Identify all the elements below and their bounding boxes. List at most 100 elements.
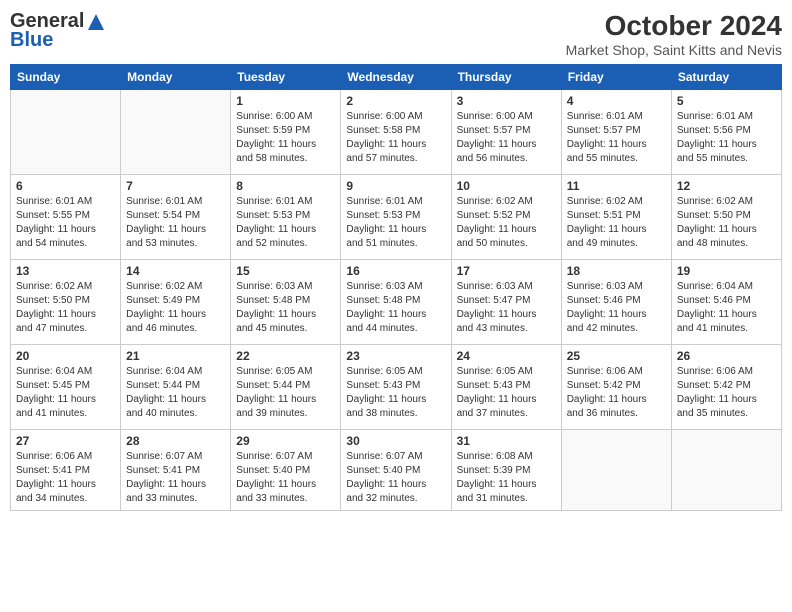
day-number: 24 [457, 349, 556, 363]
day-info: Sunrise: 6:06 AM Sunset: 5:42 PM Dayligh… [567, 365, 666, 421]
calendar-cell: 9 Sunrise: 6:01 AM Sunset: 5:53 PM Daylig… [341, 175, 451, 260]
calendar-header-thursday: Thursday [451, 65, 561, 90]
day-number: 8 [236, 179, 335, 193]
calendar-cell: 19 Sunrise: 6:04 AM Sunset: 5:46 PM Dayli… [671, 260, 781, 345]
day-number: 21 [126, 349, 225, 363]
day-info: Sunrise: 6:04 AM Sunset: 5:45 PM Dayligh… [16, 365, 115, 421]
day-info: Sunrise: 6:07 AM Sunset: 5:40 PM Dayligh… [346, 450, 445, 506]
day-info: Sunrise: 6:05 AM Sunset: 5:44 PM Dayligh… [236, 365, 335, 421]
calendar-week-2: 6Sunrise: 6:01 AM Sunset: 5:55 PM Daylig… [11, 175, 782, 260]
logo: General Blue [10, 10, 106, 52]
day-info: Sunrise: 6:01 AM Sunset: 5:53 PM Dayligh… [346, 195, 445, 251]
day-info: Sunrise: 6:01 AM Sunset: 5:56 PM Dayligh… [677, 110, 776, 166]
calendar-cell: 17Sunrise: 6:03 AM Sunset: 5:47 PM Dayli… [451, 260, 561, 345]
day-info: Sunrise: 6:08 AM Sunset: 5:39 PM Dayligh… [457, 450, 556, 506]
day-info: Sunrise: 6:02 AM Sunset: 5:52 PM Dayligh… [457, 195, 556, 251]
day-number: 2 [346, 94, 445, 108]
calendar-week-4: 20 Sunrise: 6:04 AM Sunset: 5:45 PM Dayli… [11, 345, 782, 430]
day-info: Sunrise: 6:05 AM Sunset: 5:43 PM Dayligh… [457, 365, 556, 421]
day-info: Sunrise: 6:03 AM Sunset: 5:47 PM Dayligh… [457, 280, 556, 336]
calendar-cell [121, 90, 231, 175]
day-number: 15 [236, 264, 335, 278]
day-info: Sunrise: 6:00 AM Sunset: 5:59 PM Dayligh… [236, 110, 335, 166]
day-number: 30 [346, 434, 445, 448]
subtitle: Market Shop, Saint Kitts and Nevis [566, 42, 782, 58]
calendar-cell: 26 Sunrise: 6:06 AM Sunset: 5:42 PM Dayli… [671, 345, 781, 430]
day-number: 9 [346, 179, 445, 193]
day-info: Sunrise: 6:02 AM Sunset: 5:50 PM Dayligh… [677, 195, 776, 251]
day-number: 14 [126, 264, 225, 278]
day-number: 13 [16, 264, 115, 278]
day-number: 26 [677, 349, 776, 363]
day-number: 22 [236, 349, 335, 363]
calendar-cell: 25Sunrise: 6:06 AM Sunset: 5:42 PM Dayli… [561, 345, 671, 430]
day-number: 16 [346, 264, 445, 278]
calendar-cell: 15 Sunrise: 6:03 AM Sunset: 5:48 PM Dayli… [231, 260, 341, 345]
calendar-cell: 18Sunrise: 6:03 AM Sunset: 5:46 PM Dayli… [561, 260, 671, 345]
day-number: 11 [567, 179, 666, 193]
day-info: Sunrise: 6:00 AM Sunset: 5:58 PM Dayligh… [346, 110, 445, 166]
day-info: Sunrise: 6:03 AM Sunset: 5:48 PM Dayligh… [346, 280, 445, 336]
calendar-table: SundayMondayTuesdayWednesdayThursdayFrid… [10, 64, 782, 511]
day-info: Sunrise: 6:06 AM Sunset: 5:41 PM Dayligh… [16, 450, 115, 506]
calendar-header-friday: Friday [561, 65, 671, 90]
calendar-header-row: SundayMondayTuesdayWednesdayThursdayFrid… [11, 65, 782, 90]
calendar-cell: 31 Sunrise: 6:08 AM Sunset: 5:39 PM Dayli… [451, 430, 561, 511]
day-info: Sunrise: 6:04 AM Sunset: 5:44 PM Dayligh… [126, 365, 225, 421]
day-number: 3 [457, 94, 556, 108]
day-number: 28 [126, 434, 225, 448]
calendar-cell: 22 Sunrise: 6:05 AM Sunset: 5:44 PM Dayli… [231, 345, 341, 430]
day-info: Sunrise: 6:02 AM Sunset: 5:50 PM Dayligh… [16, 280, 115, 336]
calendar-cell: 24 Sunrise: 6:05 AM Sunset: 5:43 PM Dayli… [451, 345, 561, 430]
day-info: Sunrise: 6:06 AM Sunset: 5:42 PM Dayligh… [677, 365, 776, 421]
calendar-header-tuesday: Tuesday [231, 65, 341, 90]
calendar-cell [11, 90, 121, 175]
calendar-cell: 16 Sunrise: 6:03 AM Sunset: 5:48 PM Dayli… [341, 260, 451, 345]
day-number: 23 [346, 349, 445, 363]
calendar-cell: 4Sunrise: 6:01 AM Sunset: 5:57 PM Daylig… [561, 90, 671, 175]
day-number: 29 [236, 434, 335, 448]
logo-blue-text: Blue [10, 29, 53, 52]
calendar-cell: 6Sunrise: 6:01 AM Sunset: 5:55 PM Daylig… [11, 175, 121, 260]
calendar-cell: 13 Sunrise: 6:02 AM Sunset: 5:50 PM Dayli… [11, 260, 121, 345]
calendar-header-monday: Monday [121, 65, 231, 90]
calendar-header-wednesday: Wednesday [341, 65, 451, 90]
day-info: Sunrise: 6:01 AM Sunset: 5:54 PM Dayligh… [126, 195, 225, 251]
title-section: October 2024 Market Shop, Saint Kitts an… [566, 10, 782, 58]
day-number: 7 [126, 179, 225, 193]
calendar-cell [671, 430, 781, 511]
page-header: General Blue October 2024 Market Shop, S… [10, 10, 782, 58]
day-number: 10 [457, 179, 556, 193]
calendar-cell: 28 Sunrise: 6:07 AM Sunset: 5:41 PM Dayli… [121, 430, 231, 511]
day-number: 19 [677, 264, 776, 278]
day-info: Sunrise: 6:07 AM Sunset: 5:40 PM Dayligh… [236, 450, 335, 506]
day-info: Sunrise: 6:02 AM Sunset: 5:49 PM Dayligh… [126, 280, 225, 336]
day-info: Sunrise: 6:03 AM Sunset: 5:48 PM Dayligh… [236, 280, 335, 336]
day-info: Sunrise: 6:00 AM Sunset: 5:57 PM Dayligh… [457, 110, 556, 166]
calendar-cell: 11 Sunrise: 6:02 AM Sunset: 5:51 PM Dayli… [561, 175, 671, 260]
day-number: 20 [16, 349, 115, 363]
main-title: October 2024 [566, 10, 782, 42]
calendar-cell: 1 Sunrise: 6:00 AM Sunset: 5:59 PM Daylig… [231, 90, 341, 175]
day-info: Sunrise: 6:01 AM Sunset: 5:53 PM Dayligh… [236, 195, 335, 251]
day-info: Sunrise: 6:02 AM Sunset: 5:51 PM Dayligh… [567, 195, 666, 251]
day-info: Sunrise: 6:07 AM Sunset: 5:41 PM Dayligh… [126, 450, 225, 506]
calendar-cell: 23 Sunrise: 6:05 AM Sunset: 5:43 PM Dayli… [341, 345, 451, 430]
day-number: 18 [567, 264, 666, 278]
calendar-week-1: 1 Sunrise: 6:00 AM Sunset: 5:59 PM Daylig… [11, 90, 782, 175]
calendar-cell: 5Sunrise: 6:01 AM Sunset: 5:56 PM Daylig… [671, 90, 781, 175]
day-info: Sunrise: 6:05 AM Sunset: 5:43 PM Dayligh… [346, 365, 445, 421]
calendar-cell: 3 Sunrise: 6:00 AM Sunset: 5:57 PM Daylig… [451, 90, 561, 175]
day-number: 27 [16, 434, 115, 448]
calendar-cell: 30 Sunrise: 6:07 AM Sunset: 5:40 PM Dayli… [341, 430, 451, 511]
calendar-header-saturday: Saturday [671, 65, 781, 90]
day-number: 1 [236, 94, 335, 108]
calendar-cell: 8 Sunrise: 6:01 AM Sunset: 5:53 PM Daylig… [231, 175, 341, 260]
calendar-week-5: 27 Sunrise: 6:06 AM Sunset: 5:41 PM Dayli… [11, 430, 782, 511]
day-number: 31 [457, 434, 556, 448]
calendar-cell: 10 Sunrise: 6:02 AM Sunset: 5:52 PM Dayli… [451, 175, 561, 260]
calendar-week-3: 13 Sunrise: 6:02 AM Sunset: 5:50 PM Dayli… [11, 260, 782, 345]
day-info: Sunrise: 6:04 AM Sunset: 5:46 PM Dayligh… [677, 280, 776, 336]
calendar-cell: 20 Sunrise: 6:04 AM Sunset: 5:45 PM Dayli… [11, 345, 121, 430]
calendar-cell: 27 Sunrise: 6:06 AM Sunset: 5:41 PM Dayli… [11, 430, 121, 511]
